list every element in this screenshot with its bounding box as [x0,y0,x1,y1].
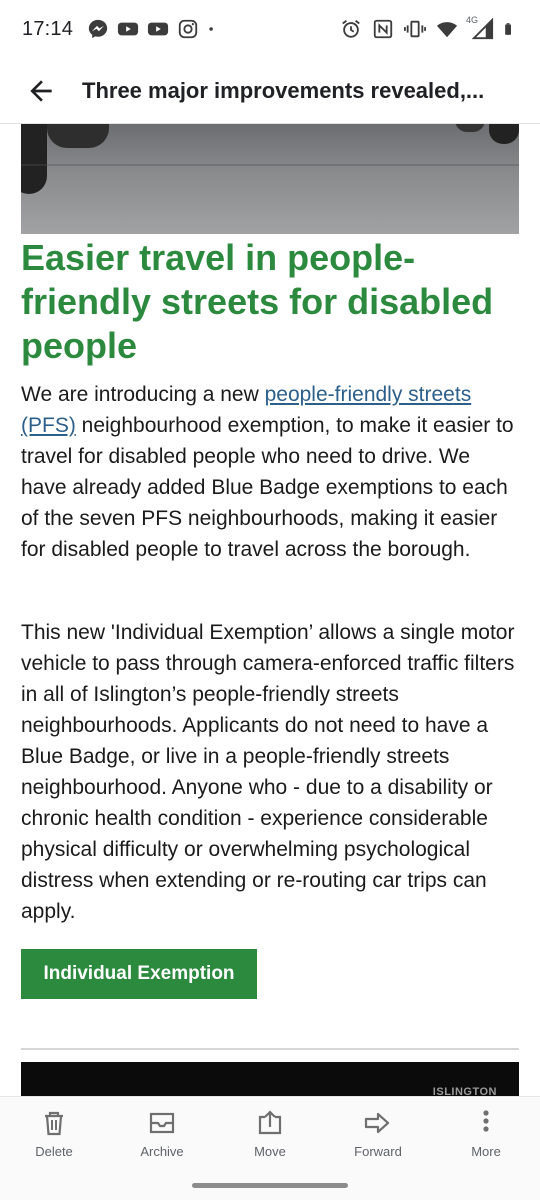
system-icons: 4G [340,15,518,40]
exemption-paragraph: This new 'Individual Exemption’ allows a… [21,621,515,923]
individual-exemption-button[interactable]: Individual Exemption [21,949,257,999]
nfc-icon [373,19,393,39]
move-label: Move [254,1144,286,1159]
video-thumbnail[interactable]: ISLINGTON [21,1062,519,1096]
archive-icon [149,1112,175,1134]
alarm-icon [342,20,360,38]
back-button[interactable] [0,58,82,124]
wifi-icon [436,22,458,38]
arrow-back-icon [30,79,52,102]
intro-text-end: neighbourhood exemption, to make it easi… [21,414,514,561]
app-bar: Three major improvements revealed,... [0,58,540,124]
intro-paragraph: We are introducing a new people-friendly… [21,379,521,565]
trash-icon [45,1111,63,1136]
more-label: More [471,1144,501,1159]
vibrate-icon [404,20,426,38]
delete-label: Delete [35,1144,73,1159]
archive-button[interactable]: Archive [108,1097,216,1167]
forward-button[interactable]: Forward [324,1097,432,1167]
youtube-icon [147,22,169,36]
street-photo [21,124,519,234]
bottom-action-bar: Delete Archive Move Forward More [0,1096,540,1200]
more-button[interactable]: More [432,1097,540,1167]
network-indicator: 4G [466,15,494,40]
email-body[interactable]: Easier travel in people-friendly streets… [0,124,540,1096]
delete-button[interactable]: Delete [0,1097,108,1167]
intro-text-start: We are introducing a new [21,383,265,406]
notification-icons [87,18,221,40]
move-button[interactable]: Move [216,1097,324,1167]
signal-icon [472,18,494,40]
more-vertical-icon [483,1110,489,1132]
archive-label: Archive [140,1144,184,1159]
messenger-icon [88,19,108,39]
battery-icon [505,23,511,35]
dot-icon [209,27,213,31]
forward-label: Forward [354,1144,402,1159]
status-time: 17:14 [22,17,74,40]
islington-logo-text: ISLINGTON [432,1086,497,1096]
youtube-icon [117,22,139,36]
instagram-icon [178,19,198,39]
status-bar: 17:14 4G [0,0,540,58]
email-subject-title: Three major improvements revealed,... [82,77,485,103]
forward-icon [364,1112,390,1134]
move-icon [258,1110,282,1135]
section-divider [21,1048,519,1050]
section-heading: Easier travel in people-friendly streets… [21,237,494,366]
home-indicator[interactable] [192,1183,348,1188]
